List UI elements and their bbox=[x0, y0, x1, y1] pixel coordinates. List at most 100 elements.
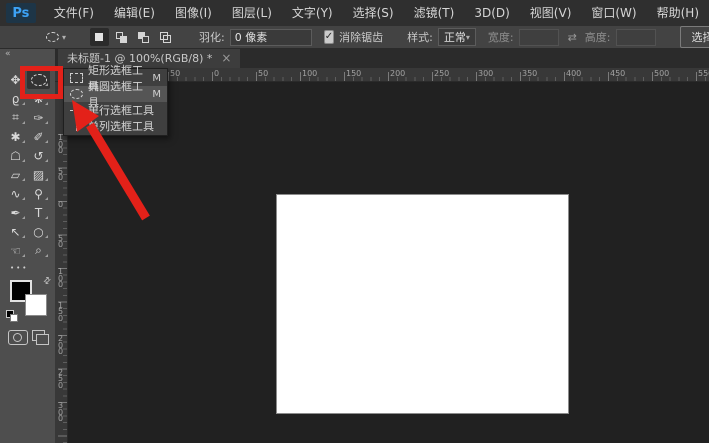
menu-item-10[interactable]: 帮助(H) bbox=[647, 1, 709, 26]
menu-item-0[interactable]: 文件(F) bbox=[44, 1, 104, 26]
swap-dimensions-icon[interactable]: ⇄ bbox=[568, 31, 577, 44]
ellipse-marquee-icon bbox=[46, 32, 59, 42]
close-icon[interactable]: × bbox=[221, 51, 231, 65]
ps-logo: Ps bbox=[6, 3, 36, 23]
flyout-item-single-col-marquee[interactable]: 单列选框工具 bbox=[64, 118, 167, 134]
menu-item-6[interactable]: 滤镜(T) bbox=[404, 1, 465, 26]
rect-marquee-icon bbox=[70, 73, 83, 83]
color-swatches: ⇄ bbox=[6, 276, 52, 324]
menu-bar: Ps 文件(F)编辑(E)图像(I)图层(L)文字(Y)选择(S)滤镜(T)3D… bbox=[0, 0, 709, 27]
history-brush-tool[interactable]: ↺ bbox=[27, 146, 50, 165]
flyout-item-ellipse-marquee[interactable]: 椭圆选框工具 M bbox=[64, 86, 167, 102]
pen-tool[interactable]: ✒ bbox=[4, 203, 27, 222]
v-ruler-label: 0 bbox=[56, 202, 65, 209]
subtract-from-selection-mode[interactable] bbox=[134, 28, 153, 46]
menu-item-5[interactable]: 选择(S) bbox=[343, 1, 404, 26]
antialias-checkbox[interactable]: ✓ bbox=[324, 30, 334, 44]
flyout-item-shortcut: M bbox=[152, 73, 161, 84]
brush-tool[interactable]: ✐ bbox=[27, 127, 50, 146]
dodge-tool[interactable]: ⚲ bbox=[27, 184, 50, 203]
height-input[interactable] bbox=[616, 29, 656, 46]
v-ruler-label: 2 0 0 bbox=[56, 336, 65, 356]
type-tool[interactable]: T bbox=[27, 203, 50, 222]
h-ruler-label: 300 bbox=[478, 69, 493, 78]
h-ruler-label: 150 bbox=[346, 69, 361, 78]
h-ruler-label: 50 bbox=[258, 69, 268, 78]
chevron-down-icon: ▾ bbox=[62, 33, 66, 42]
crop-tool[interactable]: ⌗ bbox=[4, 108, 27, 127]
new-selection-mode[interactable] bbox=[90, 28, 109, 46]
single-row-marquee-icon bbox=[70, 110, 82, 111]
menu-item-8[interactable]: 视图(V) bbox=[520, 1, 582, 26]
h-ruler-label: 200 bbox=[390, 69, 405, 78]
h-ruler-label: 400 bbox=[566, 69, 581, 78]
path-select-tool[interactable]: ↖ bbox=[4, 222, 27, 241]
v-ruler-label: 2 5 0 bbox=[56, 370, 65, 390]
v-ruler-label: 1 0 0 bbox=[56, 269, 65, 289]
flyout-item-label: 单列选框工具 bbox=[88, 118, 154, 134]
feather-label: 羽化: bbox=[199, 29, 225, 45]
quick-mask-icon bbox=[13, 333, 22, 342]
photoshop-window: Ps 文件(F)编辑(E)图像(I)图层(L)文字(Y)选择(S)滤镜(T)3D… bbox=[0, 0, 709, 443]
v-ruler-label: 1 0 0 bbox=[56, 135, 65, 155]
default-colors-icon[interactable] bbox=[6, 310, 18, 322]
h-ruler-label: 500 bbox=[654, 69, 669, 78]
single-col-marquee-icon bbox=[76, 121, 77, 131]
document-tab-bar: 未标题-1 @ 100%(RGB/8) * × bbox=[55, 48, 709, 68]
width-label: 宽度: bbox=[488, 29, 514, 45]
shape-tool[interactable]: ○ bbox=[27, 222, 50, 241]
tools-panel: « ✥ϱ❋⌗✑✱✐☖↺▱▨∿⚲✒T↖○☜⌕ ••• ⇄ bbox=[0, 48, 55, 443]
menu-item-2[interactable]: 图像(I) bbox=[165, 1, 222, 26]
flyout-item-label: 单行选框工具 bbox=[88, 102, 154, 118]
feather-input[interactable] bbox=[230, 29, 312, 46]
v-ruler-label: 5 0 bbox=[56, 236, 65, 249]
document-canvas[interactable] bbox=[276, 194, 569, 414]
menu-item-9[interactable]: 窗口(W) bbox=[581, 1, 646, 26]
clone-stamp-tool[interactable]: ☖ bbox=[4, 146, 27, 165]
select-and-mask-button[interactable]: 选择并遮住 ... bbox=[680, 26, 709, 48]
width-input[interactable] bbox=[519, 29, 559, 46]
h-ruler-label: 0 bbox=[214, 69, 219, 78]
edit-toolbar-icon[interactable]: ••• bbox=[10, 264, 28, 272]
marquee-flyout-menu: 矩形选框工具 M 椭圆选框工具 M 单行选框工具 单列选框工具 bbox=[63, 68, 168, 136]
v-ruler-label: 1 5 0 bbox=[56, 303, 65, 323]
h-ruler-label: 50 bbox=[170, 69, 180, 78]
collapse-panel-icon[interactable]: « bbox=[5, 49, 12, 59]
smudge-tool[interactable]: ∿ bbox=[4, 184, 27, 203]
vertical-ruler[interactable]: 1 0 05 005 01 0 01 5 02 0 02 5 03 0 0 bbox=[55, 82, 68, 443]
intersect-selection-mode[interactable] bbox=[156, 28, 175, 46]
style-select-value: 正常 bbox=[444, 29, 466, 45]
background-color-swatch[interactable] bbox=[25, 294, 47, 316]
h-ruler-label: 250 bbox=[434, 69, 449, 78]
add-to-selection-mode[interactable] bbox=[112, 28, 131, 46]
options-bar: ▾ 羽化: ✓ 消除锯齿 样式: 正常 ▾ 宽度: ⇄ 高度: 选择并遮住 ..… bbox=[0, 26, 709, 49]
eyedropper-tool[interactable]: ✑ bbox=[27, 108, 50, 127]
quick-mask-button[interactable] bbox=[8, 330, 28, 345]
menu-bar-items: 文件(F)编辑(E)图像(I)图层(L)文字(Y)选择(S)滤镜(T)3D(D)… bbox=[44, 1, 709, 26]
h-ruler-label: 100 bbox=[302, 69, 317, 78]
menu-item-1[interactable]: 编辑(E) bbox=[104, 1, 165, 26]
height-label: 高度: bbox=[585, 29, 611, 45]
v-ruler-label: 3 0 0 bbox=[56, 403, 65, 423]
document-tab[interactable]: 未标题-1 @ 100%(RGB/8) * × bbox=[58, 48, 240, 68]
menu-item-4[interactable]: 文字(Y) bbox=[282, 1, 343, 26]
chevron-down-icon: ▾ bbox=[466, 33, 470, 42]
swap-colors-icon[interactable]: ⇄ bbox=[42, 275, 54, 287]
tool-preset-picker[interactable]: ▾ bbox=[46, 32, 66, 42]
h-ruler-label: 350 bbox=[522, 69, 537, 78]
menu-item-3[interactable]: 图层(L) bbox=[222, 1, 282, 26]
antialias-label: 消除锯齿 bbox=[339, 29, 383, 45]
selection-mode-group bbox=[90, 28, 175, 46]
healing-brush-tool[interactable]: ✱ bbox=[4, 127, 27, 146]
h-ruler-label: 450 bbox=[610, 69, 625, 78]
style-label: 样式: bbox=[407, 29, 433, 45]
menu-item-7[interactable]: 3D(D) bbox=[464, 1, 519, 26]
flyout-item-single-row-marquee[interactable]: 单行选框工具 bbox=[64, 102, 167, 118]
hand-tool[interactable]: ☜ bbox=[4, 241, 27, 260]
style-select[interactable]: 正常 ▾ bbox=[438, 28, 476, 46]
annotation-rectangle bbox=[20, 66, 63, 99]
screen-mode-button[interactable] bbox=[32, 330, 49, 345]
eraser-tool[interactable]: ▱ bbox=[4, 165, 27, 184]
zoom-tool[interactable]: ⌕ bbox=[27, 241, 50, 260]
gradient-tool[interactable]: ▨ bbox=[27, 165, 50, 184]
